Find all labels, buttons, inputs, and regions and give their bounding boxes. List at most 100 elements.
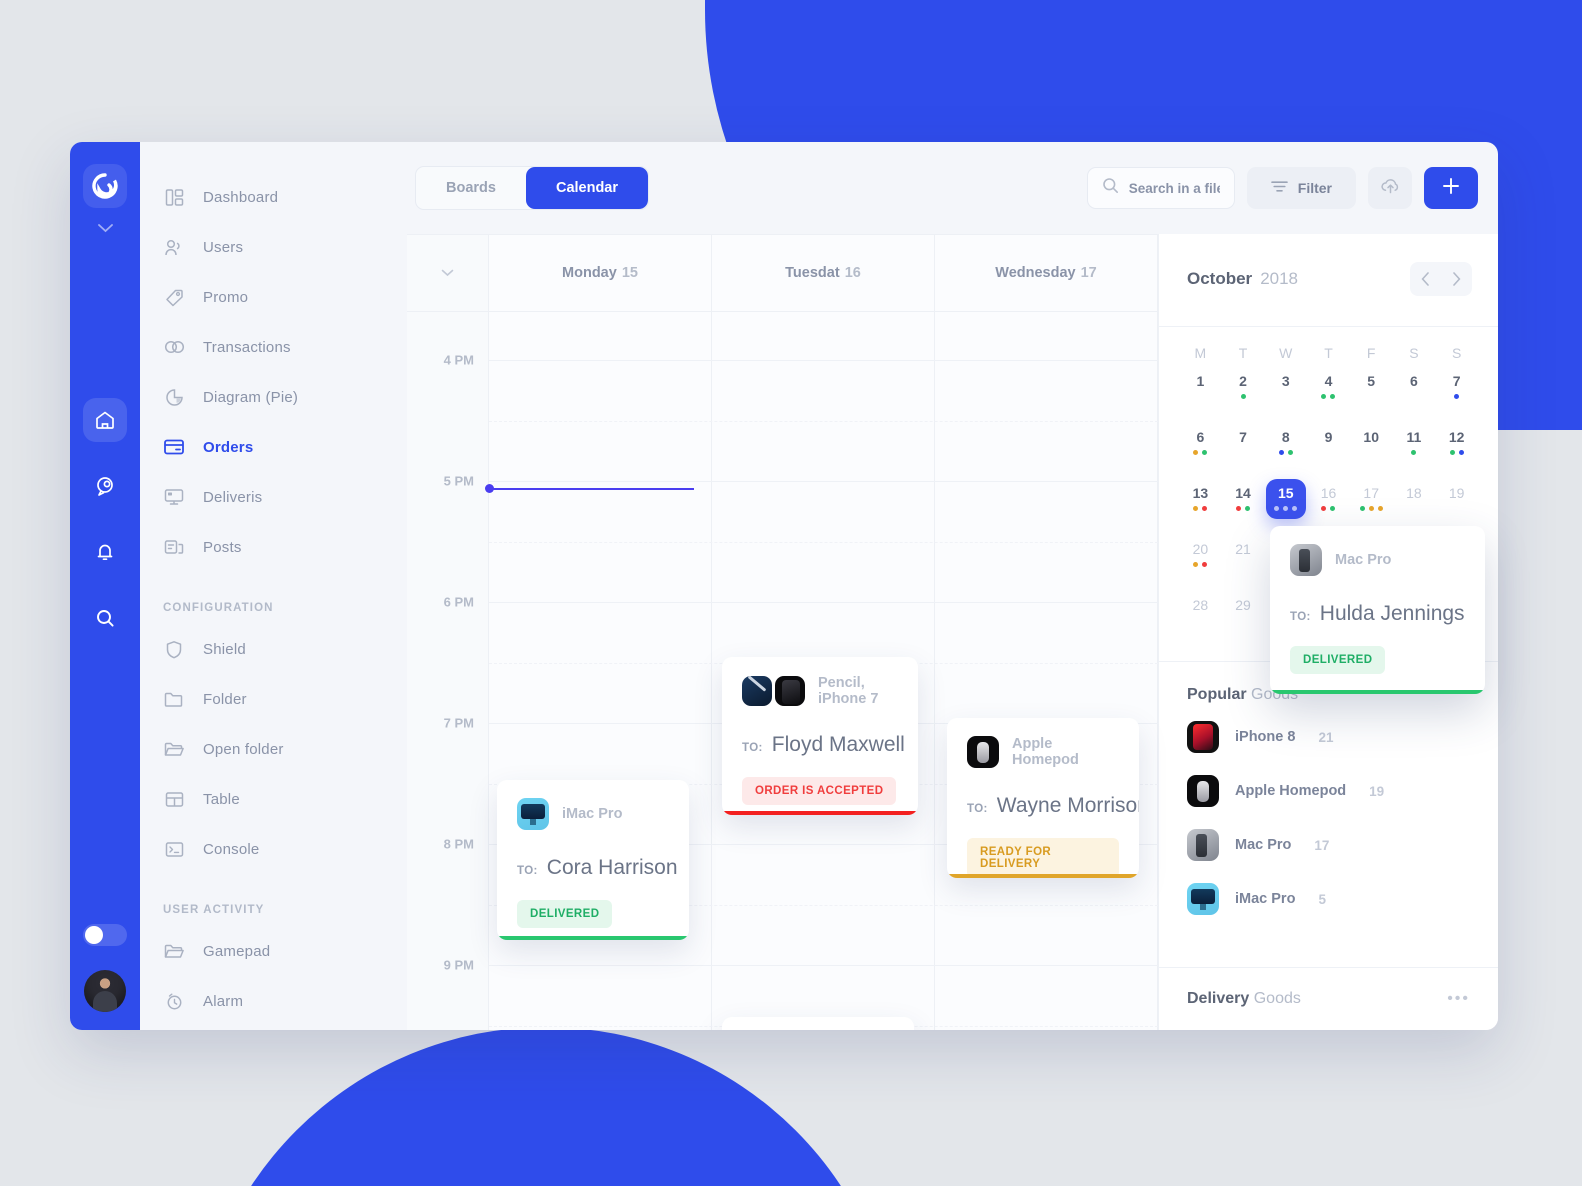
date-cell[interactable]: 6 [1179,423,1222,479]
order-recipient: TO: Floyd Maxwell [742,733,905,757]
goods-list-item[interactable]: iPhone 8 21 [1159,710,1498,764]
order-card[interactable]: MacBook ProTO:Nathan WilsonDELIVERED [722,1017,914,1030]
date-cell[interactable]: 9 [1307,423,1350,479]
date-number: 12 [1448,429,1465,445]
sidebar-item-open-folder[interactable]: Open folder [140,724,407,774]
date-cell[interactable]: 10 [1350,423,1393,479]
floating-order-card[interactable]: Mac Pro TO: Hulda Jennings DELIVERED [1270,526,1485,694]
date-cell[interactable]: 2 [1222,367,1265,423]
product-iphone8-icon [1187,721,1219,753]
sidebar-item-shield[interactable]: Shield [140,624,407,674]
search-input[interactable] [1128,180,1220,196]
sidebar-item-label: Posts [203,538,242,556]
sidebar: Dashboard Users Promo Transactions Diagr… [140,142,407,1030]
goods-name: iMac Pro [1235,891,1296,907]
date-cell[interactable]: 1 [1179,367,1222,423]
date-cell[interactable]: 4 [1307,367,1350,423]
event-dot [1287,450,1293,455]
date-cell[interactable]: 8 [1264,423,1307,479]
sidebar-item-diagram-pie[interactable]: Diagram (Pie) [140,372,407,422]
sidebar-item-alarm[interactable]: Alarm [140,976,407,1026]
calendar-filter-dropdown[interactable] [407,235,489,311]
search-box[interactable] [1086,167,1235,209]
add-button[interactable] [1424,167,1478,209]
sidebar-item-dashboard[interactable]: Dashboard [140,172,407,222]
chevron-down-icon[interactable] [97,220,113,238]
rail-item-home[interactable] [83,398,127,442]
tab-calendar[interactable]: Calendar [525,167,649,209]
date-cell[interactable]: 21 [1222,535,1265,591]
delivery-goods-title: Delivery Goods [1187,990,1301,1008]
prev-month-button[interactable] [1410,262,1441,296]
sidebar-item-folder[interactable]: Folder [140,674,407,724]
sidebar-item-gamepad[interactable]: Gamepad [140,926,407,976]
date-number: 20 [1192,541,1209,557]
rail-item-support[interactable] [83,464,127,508]
day-header-wednesday[interactable]: Wednesday 17 [935,235,1158,311]
date-event-dots [1240,394,1246,400]
spiral-logo-icon[interactable] [83,164,127,208]
date-cell[interactable]: 5 [1350,367,1393,423]
event-dot [1202,562,1208,567]
rail-item-notifications[interactable] [83,530,127,574]
date-number: 6 [1410,373,1418,389]
goods-list-item[interactable]: Mac Pro 17 [1159,818,1498,872]
icon-rail [70,142,140,1030]
order-card[interactable]: Apple Homepod TO: Wayne Morrison READY FOR … [947,718,1139,878]
sidebar-item-orders[interactable]: Orders [140,422,407,472]
date-cell[interactable]: 28 [1179,591,1222,647]
day-header-date: 17 [1080,265,1097,281]
theme-toggle[interactable] [83,924,127,946]
ellipsis-icon[interactable]: ••• [1447,990,1470,1008]
date-event-dots [1193,506,1208,512]
date-cell[interactable]: 3 [1264,367,1307,423]
goods-count: 5 [1318,891,1326,907]
product-pencil-icon [742,676,772,706]
date-cell[interactable]: 29 [1222,591,1265,647]
order-card[interactable]: iMac Pro TO: Cora Harrison DELIVERED [497,780,689,940]
rail-nav [83,398,127,640]
day-header-monday[interactable]: Monday 15 [489,235,712,311]
chevron-down-icon [441,264,454,282]
date-number: 15 [1277,485,1294,501]
order-product-name: iMac Pro [562,806,623,822]
rail-bottom [70,924,140,1012]
date-cell[interactable]: 11 [1393,423,1436,479]
date-number: 3 [1281,373,1290,389]
day-header-tuesday[interactable]: Tuesdat 16 [712,235,935,311]
sidebar-item-deliveris[interactable]: Deliveris [140,472,407,522]
date-cell[interactable]: 7 [1435,367,1478,423]
order-card[interactable]: Pencil, iPhone 7 TO: Floyd Maxwell ORDER IS… [722,657,918,815]
avatar[interactable] [84,970,126,1012]
sidebar-item-posts[interactable]: Posts [140,522,407,572]
tab-boards[interactable]: Boards [416,167,526,209]
rail-item-search[interactable] [83,596,127,640]
order-product-name: Pencil, iPhone 7 [818,675,879,707]
product-imacpro-icon [1187,883,1219,915]
sidebar-item-console[interactable]: Console [140,824,407,874]
calendar-view: Monday 15 Tuesdat 16 Wednesday 17 4 PM 5 … [407,234,1158,1030]
order-recipient-label: TO: [967,803,988,815]
order-card-header: Mac Pro [1290,544,1465,576]
goods-list-item[interactable]: Apple Homepod 19 [1159,764,1498,818]
date-cell[interactable]: 20 [1179,535,1222,591]
sidebar-item-table[interactable]: Table [140,774,407,824]
date-cell[interactable]: 14 [1222,479,1265,535]
hour-label: 6 PM [443,594,474,610]
date-event-dots [1359,506,1383,512]
date-cell[interactable]: 12 [1435,423,1478,479]
next-month-button[interactable] [1441,262,1472,296]
upload-button[interactable] [1368,167,1412,209]
day-header-date: 16 [844,265,861,281]
sidebar-item-transactions[interactable]: Transactions [140,322,407,372]
date-cell[interactable]: 6 [1393,367,1436,423]
date-cell[interactable]: 13 [1179,479,1222,535]
sidebar-item-promo[interactable]: Promo [140,272,407,322]
sidebar-item-users[interactable]: Users [140,222,407,272]
goods-list-item[interactable]: iMac Pro 5 [1159,872,1498,926]
status-bar [1270,690,1485,694]
date-number: 1 [1196,373,1205,389]
filter-button[interactable]: Filter [1246,167,1356,209]
date-cell[interactable]: 7 [1222,423,1265,479]
order-recipient: TO: Cora Harrison [517,856,678,880]
